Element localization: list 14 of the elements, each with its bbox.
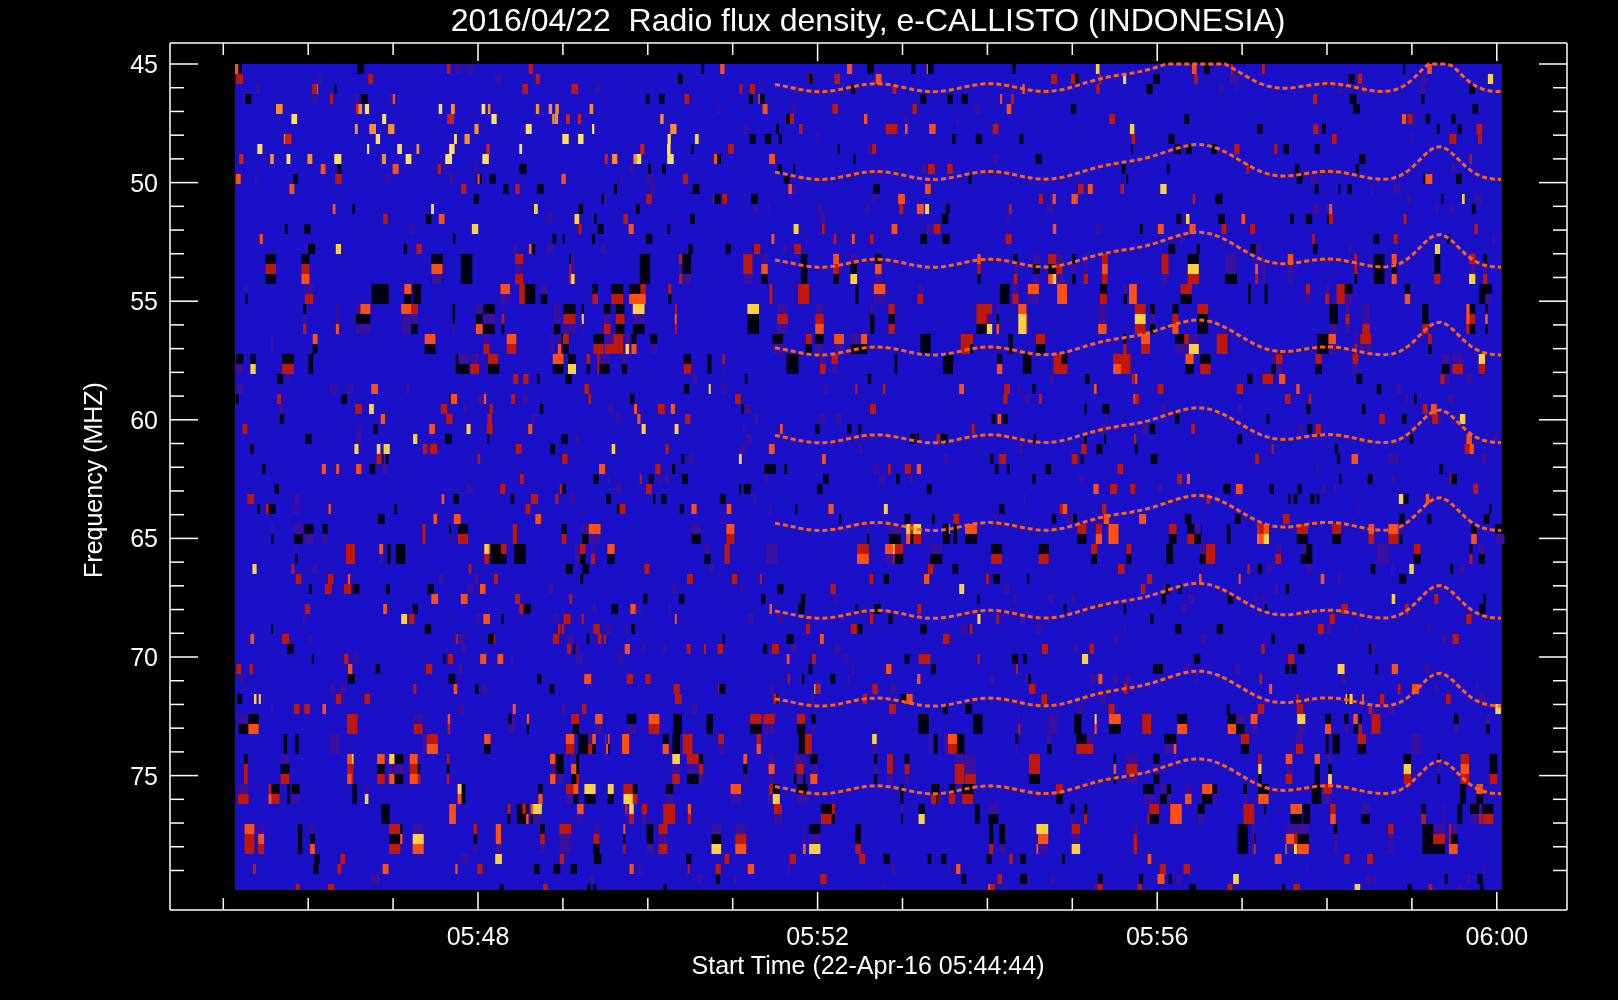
x-tick-label: 05:48 — [446, 922, 510, 950]
y-axis-label: Frequency (MHZ) — [79, 382, 107, 578]
y-tick-label: 65 — [130, 524, 158, 553]
y-tick-label: 70 — [130, 643, 158, 671]
y-tick-label: 55 — [130, 287, 158, 316]
x-axis-label: Start Time (22-Apr-16 05:44:44) — [691, 951, 1045, 979]
y-tick-label: 60 — [130, 405, 158, 434]
x-tick-label: 05:56 — [1125, 922, 1189, 950]
x-tick-label: 06:00 — [1465, 922, 1529, 950]
chart-title: 2016/04/22 Radio flux density, e-CALLISTO (INDONESIA) — [450, 2, 1286, 38]
y-tick-label: 75 — [130, 761, 158, 790]
y-tick-label: 45 — [130, 50, 158, 78]
x-tick-label: 05:52 — [786, 922, 849, 950]
y-tick-label: 50 — [130, 168, 158, 197]
